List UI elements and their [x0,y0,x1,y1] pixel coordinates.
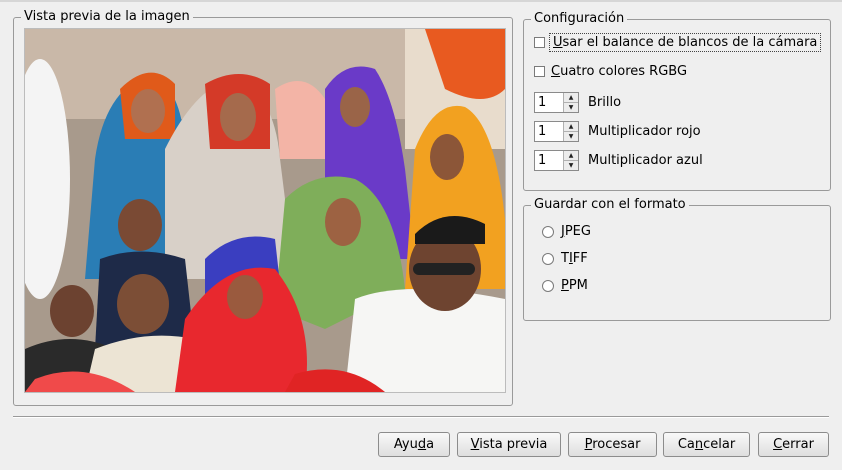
spin-up-icon[interactable]: ▲ [564,122,578,131]
camera-white-balance-checkbox[interactable]: Usar el balance de blancos de la cámara [534,33,822,52]
spin-up-icon[interactable]: ▲ [564,93,578,102]
brightness-row: 1 ▲ ▼ Brillo [534,92,621,113]
close-button-label: Cerrar [773,437,814,452]
brightness-label: Brillo [588,95,622,110]
close-button[interactable]: Cerrar [758,432,829,457]
process-button-label: Procesar [584,437,641,452]
blue-multiplier-value[interactable]: 1 [535,151,563,170]
blue-multiplier-spinbox[interactable]: 1 ▲ ▼ [534,150,579,171]
brightness-spinbox[interactable]: 1 ▲ ▼ [534,92,579,113]
spin-down-icon[interactable]: ▼ [564,131,578,141]
red-multiplier-label: Multiplicador rojo [588,124,701,139]
format-label-jpeg: JPEG [561,224,591,239]
brightness-value[interactable]: 1 [535,93,563,112]
format-radio-tiff[interactable]: TIFF [542,251,588,266]
cancel-button[interactable]: Cancelar [663,432,750,457]
red-multiplier-row: 1 ▲ ▼ Multiplicador rojo [534,121,701,142]
save-format-group-title: Guardar con el formato [531,197,689,213]
configuration-group-title: Configuración [531,11,628,27]
checkbox-box[interactable] [534,66,545,77]
preview-button[interactable]: Vista previa [457,432,561,457]
radio-circle[interactable] [542,279,554,292]
format-label-tiff: TIFF [561,251,588,266]
spin-buttons: ▲ ▼ [563,122,578,141]
radio-circle[interactable] [542,252,554,265]
process-button[interactable]: Procesar [568,432,657,457]
spin-down-icon[interactable]: ▼ [564,102,578,112]
window-top-border [0,0,842,2]
red-multiplier-spinbox[interactable]: 1 ▲ ▼ [534,121,579,142]
help-button-label: Ayuda [393,437,435,452]
format-label-ppm: PPM [561,278,588,293]
preview-button-label: Vista previa [470,437,548,452]
format-radio-jpeg[interactable]: JPEG [542,224,591,239]
camera-white-balance-label: Usar el balance de blancos de la cámara [548,33,822,52]
spin-up-icon[interactable]: ▲ [564,151,578,160]
spin-buttons: ▲ ▼ [563,151,578,170]
configuration-group: Configuración Usar el balance de blancos… [523,11,831,191]
image-preview [24,28,506,393]
spin-down-icon[interactable]: ▼ [564,160,578,170]
image-preview-group: Vista previa de la imagen [13,9,513,406]
radio-circle[interactable] [542,225,554,238]
button-separator [13,416,829,418]
cancel-button-label: Cancelar [677,437,736,452]
checkbox-box[interactable] [534,37,545,48]
preview-photo [25,29,505,392]
four-color-rgbg-checkbox[interactable]: Cuatro colores RGBG [534,64,687,79]
blue-multiplier-label: Multiplicador azul [588,153,703,168]
four-color-rgbg-label: Cuatro colores RGBG [551,64,688,79]
blue-multiplier-row: 1 ▲ ▼ Multiplicador azul [534,150,703,171]
red-multiplier-value[interactable]: 1 [535,122,563,141]
image-preview-group-title: Vista previa de la imagen [21,9,193,25]
save-format-group: Guardar con el formato JPEG TIFF PPM [523,197,831,321]
spin-buttons: ▲ ▼ [563,93,578,112]
help-button[interactable]: Ayuda [378,432,450,457]
format-radio-ppm[interactable]: PPM [542,278,588,293]
